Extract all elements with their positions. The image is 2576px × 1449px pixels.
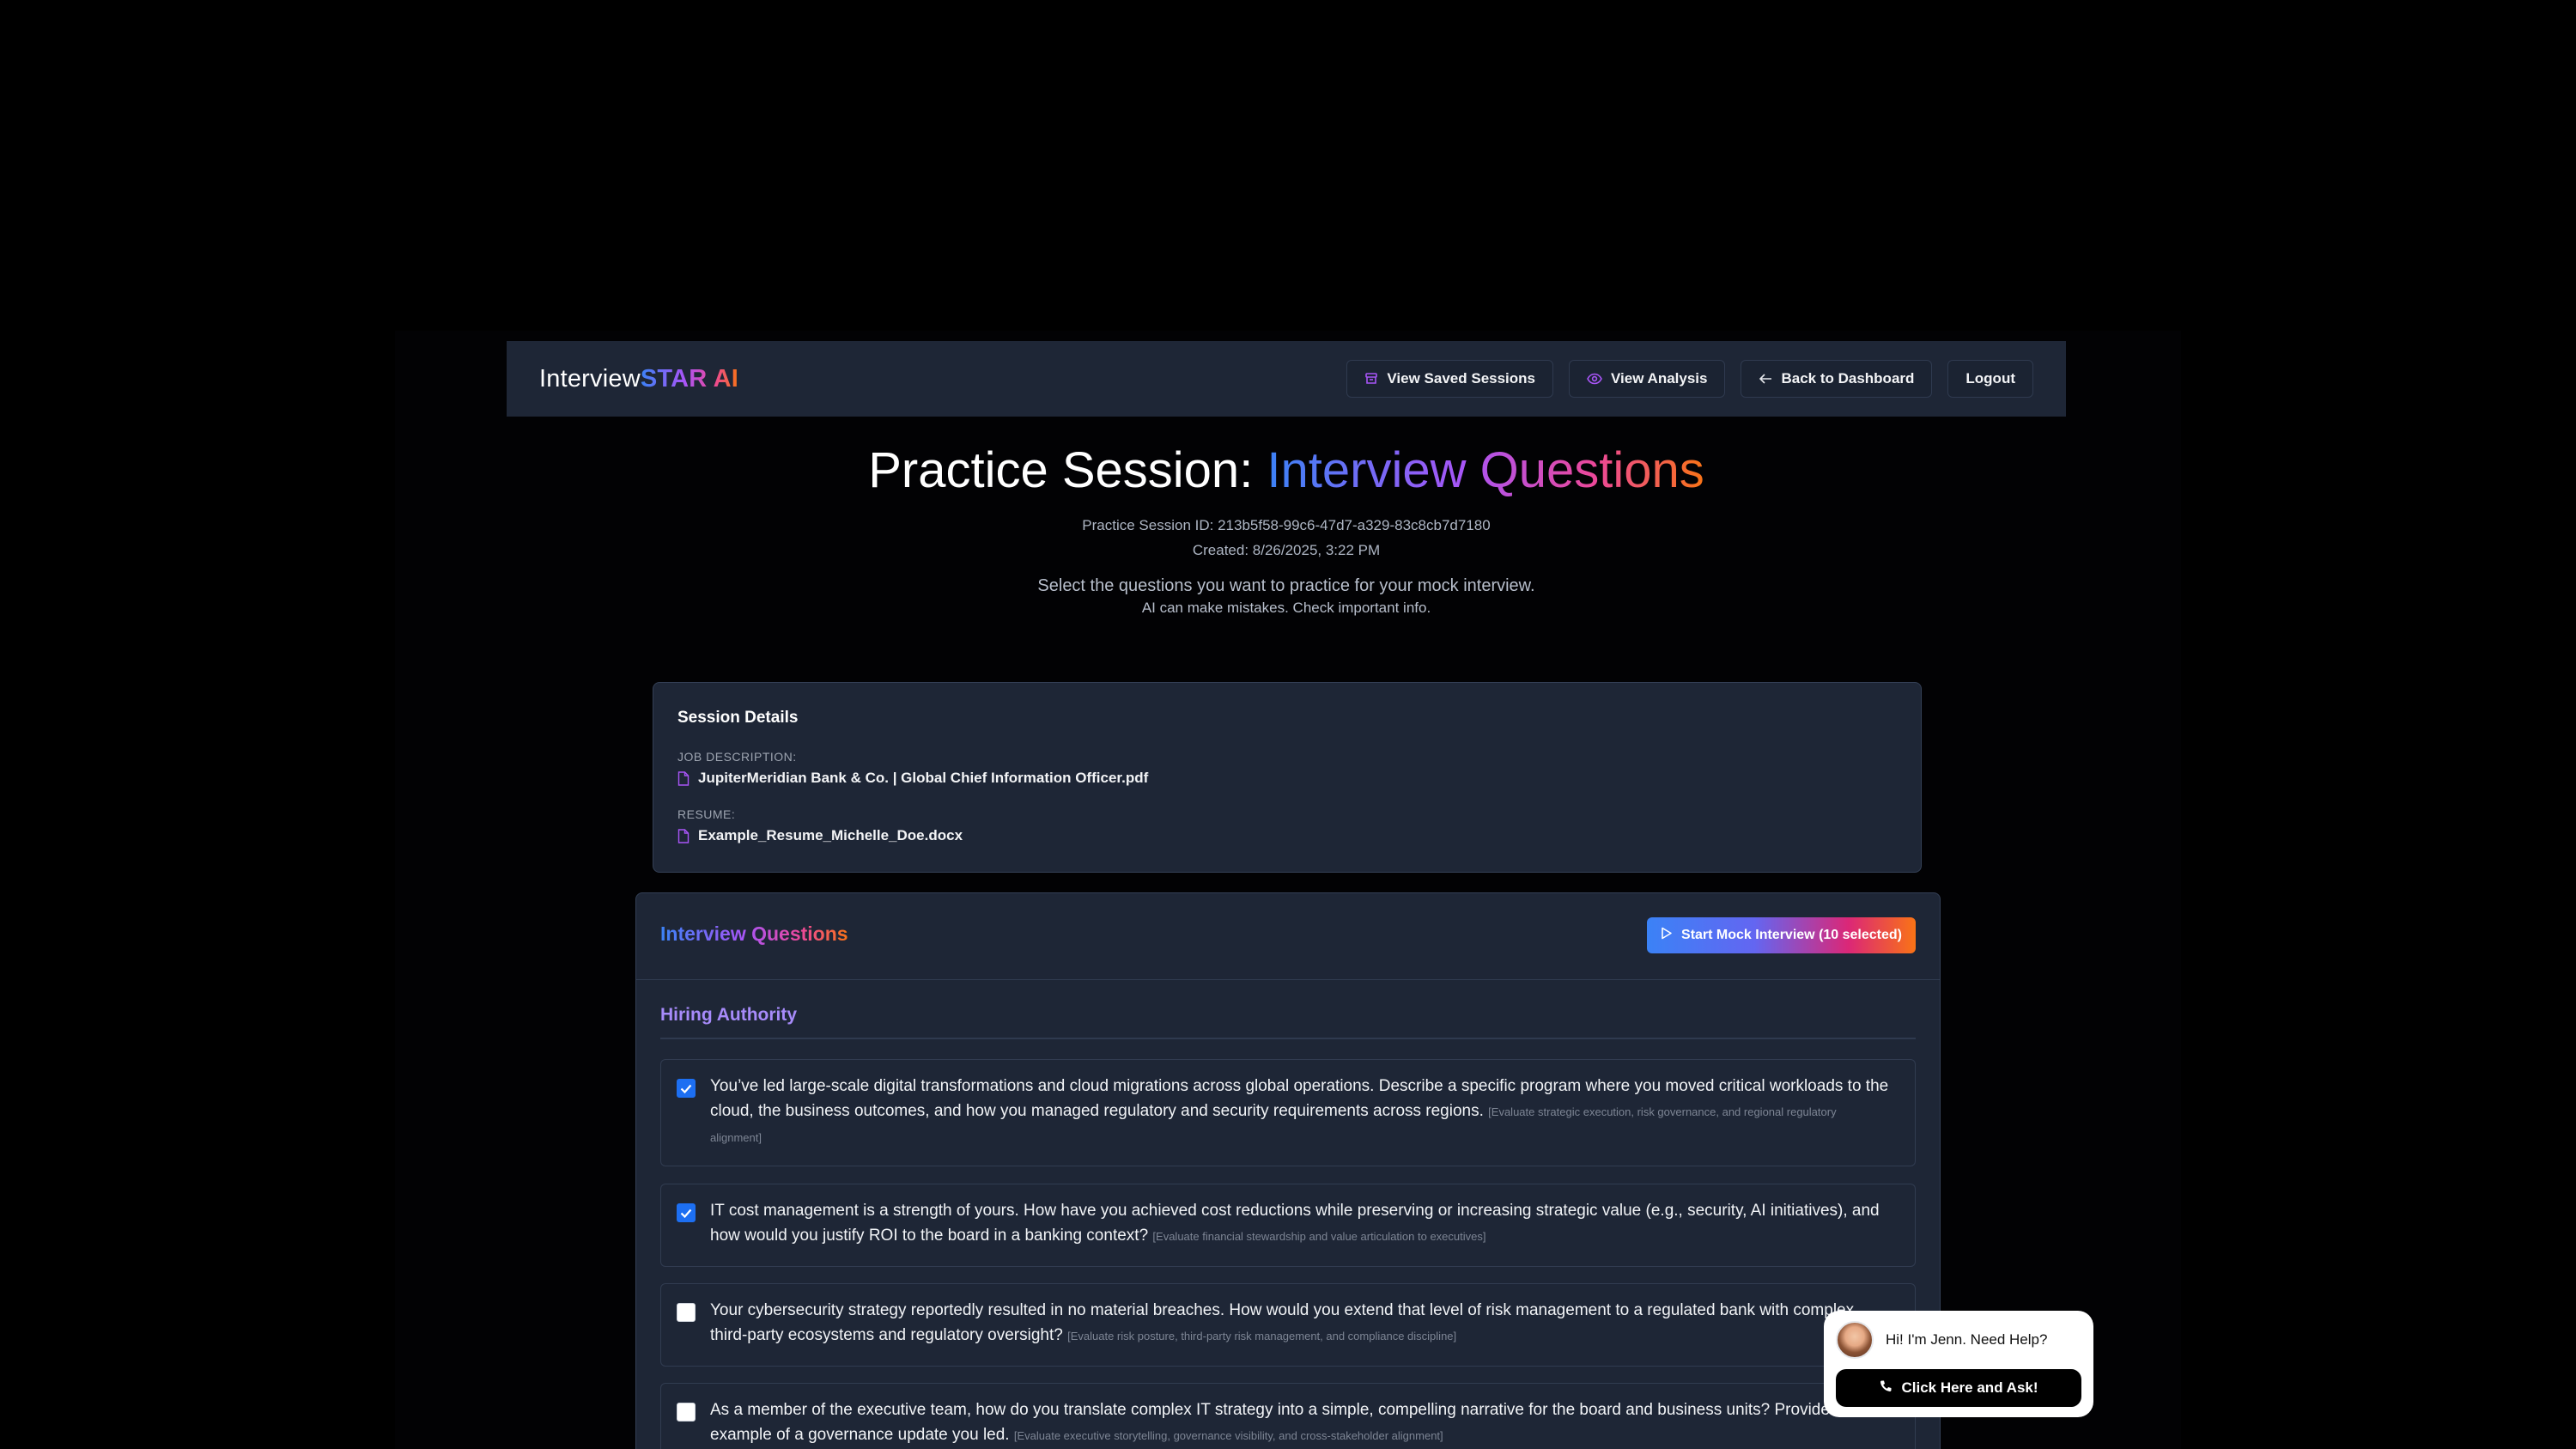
checkmark-icon [680, 1084, 692, 1093]
nav-buttons: View Saved Sessions View Analysis Back t… [1346, 360, 2033, 398]
view-saved-sessions-label: View Saved Sessions [1387, 370, 1536, 387]
start-mock-interview-button[interactable]: Start Mock Interview (10 selected) [1647, 917, 1916, 953]
intro-text: Select the questions you want to practic… [1037, 576, 1535, 595]
category-title: Hiring Authority [660, 1005, 798, 1025]
assistant-avatar [1836, 1321, 1874, 1359]
app-window: InterviewSTAR AI View Saved Sessions Vie… [395, 331, 2181, 1449]
resume-file[interactable]: Example_Resume_Michelle_Doe.docx [677, 827, 963, 844]
question-checkbox[interactable] [677, 1203, 696, 1222]
session-id-text: Practice Session ID: 213b5f58-99c6-47d7-… [1082, 517, 1491, 533]
back-to-dashboard-label: Back to Dashboard [1781, 370, 1915, 387]
logout-label: Logout [1965, 370, 2015, 387]
interview-questions-panel: Interview Questions Start Mock Interview… [635, 892, 1941, 1449]
question-hint: [Evaluate executive storytelling, govern… [1013, 1429, 1443, 1442]
app-content: InterviewSTAR AI View Saved Sessions Vie… [507, 341, 2066, 1449]
question-checkbox[interactable] [677, 1403, 696, 1422]
question-item[interactable]: You’ve led large-scale digital transform… [660, 1059, 1916, 1166]
play-icon [1661, 927, 1673, 944]
page-title: Practice Session: Interview Questions [507, 441, 2066, 499]
file-icon [677, 770, 690, 786]
resume-label: RESUME: [677, 807, 736, 821]
question-text: As a member of the executive team, how d… [710, 1397, 1889, 1448]
view-analysis-button[interactable]: View Analysis [1569, 360, 1726, 398]
help-widget-header: Hi! I'm Jenn. Need Help? [1836, 1321, 2081, 1359]
ask-help-button[interactable]: Click Here and Ask! [1836, 1369, 2081, 1407]
question-checkbox[interactable] [677, 1303, 696, 1322]
question-text: You’ve led large-scale digital transform… [710, 1074, 1889, 1150]
question-text: IT cost management is a strength of your… [710, 1198, 1889, 1249]
questions-panel-header: Interview Questions Start Mock Interview… [636, 893, 1940, 980]
job-description-file[interactable]: JupiterMeridian Bank & Co. | Global Chie… [677, 770, 1148, 787]
help-greeting: Hi! I'm Jenn. Need Help? [1886, 1331, 2048, 1348]
archive-icon [1364, 372, 1378, 386]
start-mock-interview-label: Start Mock Interview (10 selected) [1681, 928, 1902, 942]
top-navbar: InterviewSTAR AI View Saved Sessions Vie… [507, 341, 2066, 417]
checkmark-icon [680, 1209, 692, 1218]
session-details-card: Session Details JOB DESCRIPTION: Jupiter… [653, 682, 1922, 873]
job-description-filename: JupiterMeridian Bank & Co. | Global Chie… [698, 770, 1149, 786]
app-logo[interactable]: InterviewSTAR AI [539, 365, 738, 393]
questions-panel-title: Interview Questions [660, 922, 848, 945]
question-checkbox[interactable] [677, 1079, 696, 1098]
session-details-title: Session Details [677, 709, 799, 727]
question-item[interactable]: Your cybersecurity strategy reportedly r… [660, 1283, 1916, 1367]
ai-disclaimer: AI can make mistakes. Check important in… [1141, 600, 1431, 616]
category-divider [660, 1038, 1916, 1039]
file-icon [677, 828, 690, 843]
help-chat-widget[interactable]: Hi! I'm Jenn. Need Help? Click Here and … [1824, 1311, 2093, 1417]
question-hint: [Evaluate risk posture, third-party risk… [1067, 1330, 1457, 1342]
view-analysis-label: View Analysis [1611, 370, 1708, 387]
created-date-text: Created: 8/26/2025, 3:22 PM [1192, 542, 1381, 558]
resume-filename: Example_Resume_Michelle_Doe.docx [698, 827, 963, 843]
question-item[interactable]: As a member of the executive team, how d… [660, 1383, 1916, 1449]
question-hint: [Evaluate financial stewardship and valu… [1152, 1230, 1486, 1243]
question-item[interactable]: IT cost management is a strength of your… [660, 1184, 1916, 1267]
page-title-highlight: Interview Questions [1267, 442, 1704, 498]
logo-text: Interview [539, 364, 641, 393]
ask-help-label: Click Here and Ask! [1901, 1379, 2038, 1396]
back-to-dashboard-button[interactable]: Back to Dashboard [1741, 360, 1933, 398]
logout-button[interactable]: Logout [1947, 360, 2033, 398]
question-text: Your cybersecurity strategy reportedly r… [710, 1298, 1889, 1349]
arrow-left-icon [1759, 373, 1772, 385]
logo-accent-text: STAR AI [640, 364, 739, 393]
phone-icon [1879, 1379, 1893, 1397]
eye-icon [1587, 373, 1602, 385]
view-saved-sessions-button[interactable]: View Saved Sessions [1346, 360, 1554, 398]
job-description-label: JOB DESCRIPTION: [677, 750, 797, 764]
page-title-prefix: Practice Session: [868, 442, 1267, 498]
